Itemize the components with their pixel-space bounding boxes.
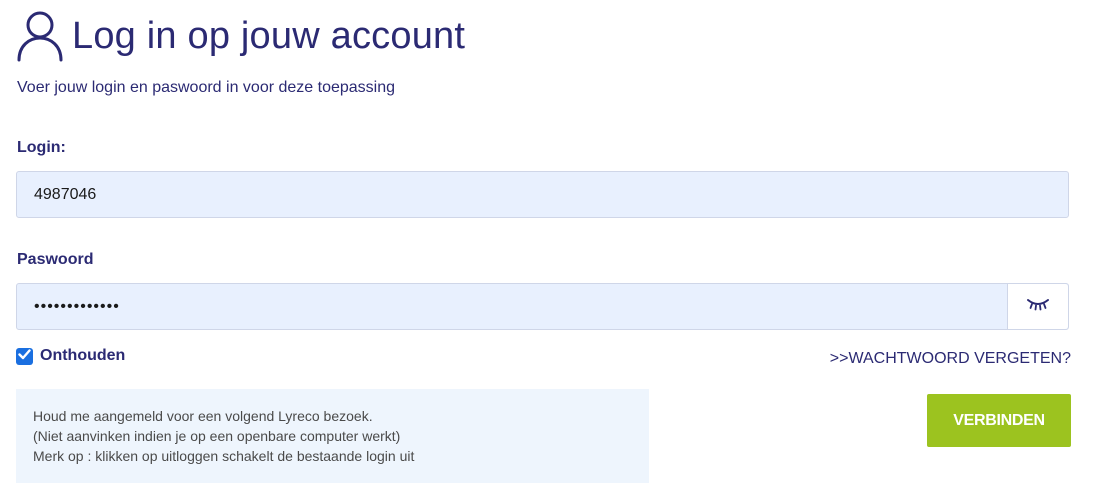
toggle-password-visibility-button[interactable] xyxy=(1007,284,1068,329)
eye-closed-icon xyxy=(1026,297,1050,316)
remember-me-checkbox[interactable] xyxy=(16,347,33,365)
password-field-wrapper xyxy=(16,283,1069,330)
info-line: Houd me aangemeld voor een volgend Lyrec… xyxy=(33,408,373,424)
password-input[interactable] xyxy=(17,284,1009,329)
remember-me-label[interactable]: Onthouden xyxy=(40,347,125,365)
remember-info-box: Houd me aangemeld voor een volgend Lyrec… xyxy=(16,389,649,483)
page-header: Log in op jouw account xyxy=(16,8,465,64)
login-page: Log in op jouw account Voer jouw login e… xyxy=(0,0,1097,487)
page-title: Log in op jouw account xyxy=(72,14,466,57)
login-input[interactable] xyxy=(17,172,1068,217)
checkmark-icon xyxy=(18,347,31,365)
remember-me-row: Onthouden xyxy=(16,347,125,365)
user-icon xyxy=(16,8,64,64)
login-label: Login: xyxy=(17,139,66,156)
page-subtitle: Voer jouw login en paswoord in voor deze… xyxy=(17,79,396,96)
forgot-password-link[interactable]: >>WACHTWOORD VERGETEN? xyxy=(830,350,1071,368)
info-line: Merk op : klikken op uitloggen schakelt … xyxy=(33,448,415,464)
info-line: (Niet aanvinken indien je op een openbar… xyxy=(33,428,401,444)
connect-button[interactable]: VERBINDEN xyxy=(927,394,1071,447)
login-field-wrapper xyxy=(16,171,1069,218)
password-label: Paswoord xyxy=(17,251,94,268)
